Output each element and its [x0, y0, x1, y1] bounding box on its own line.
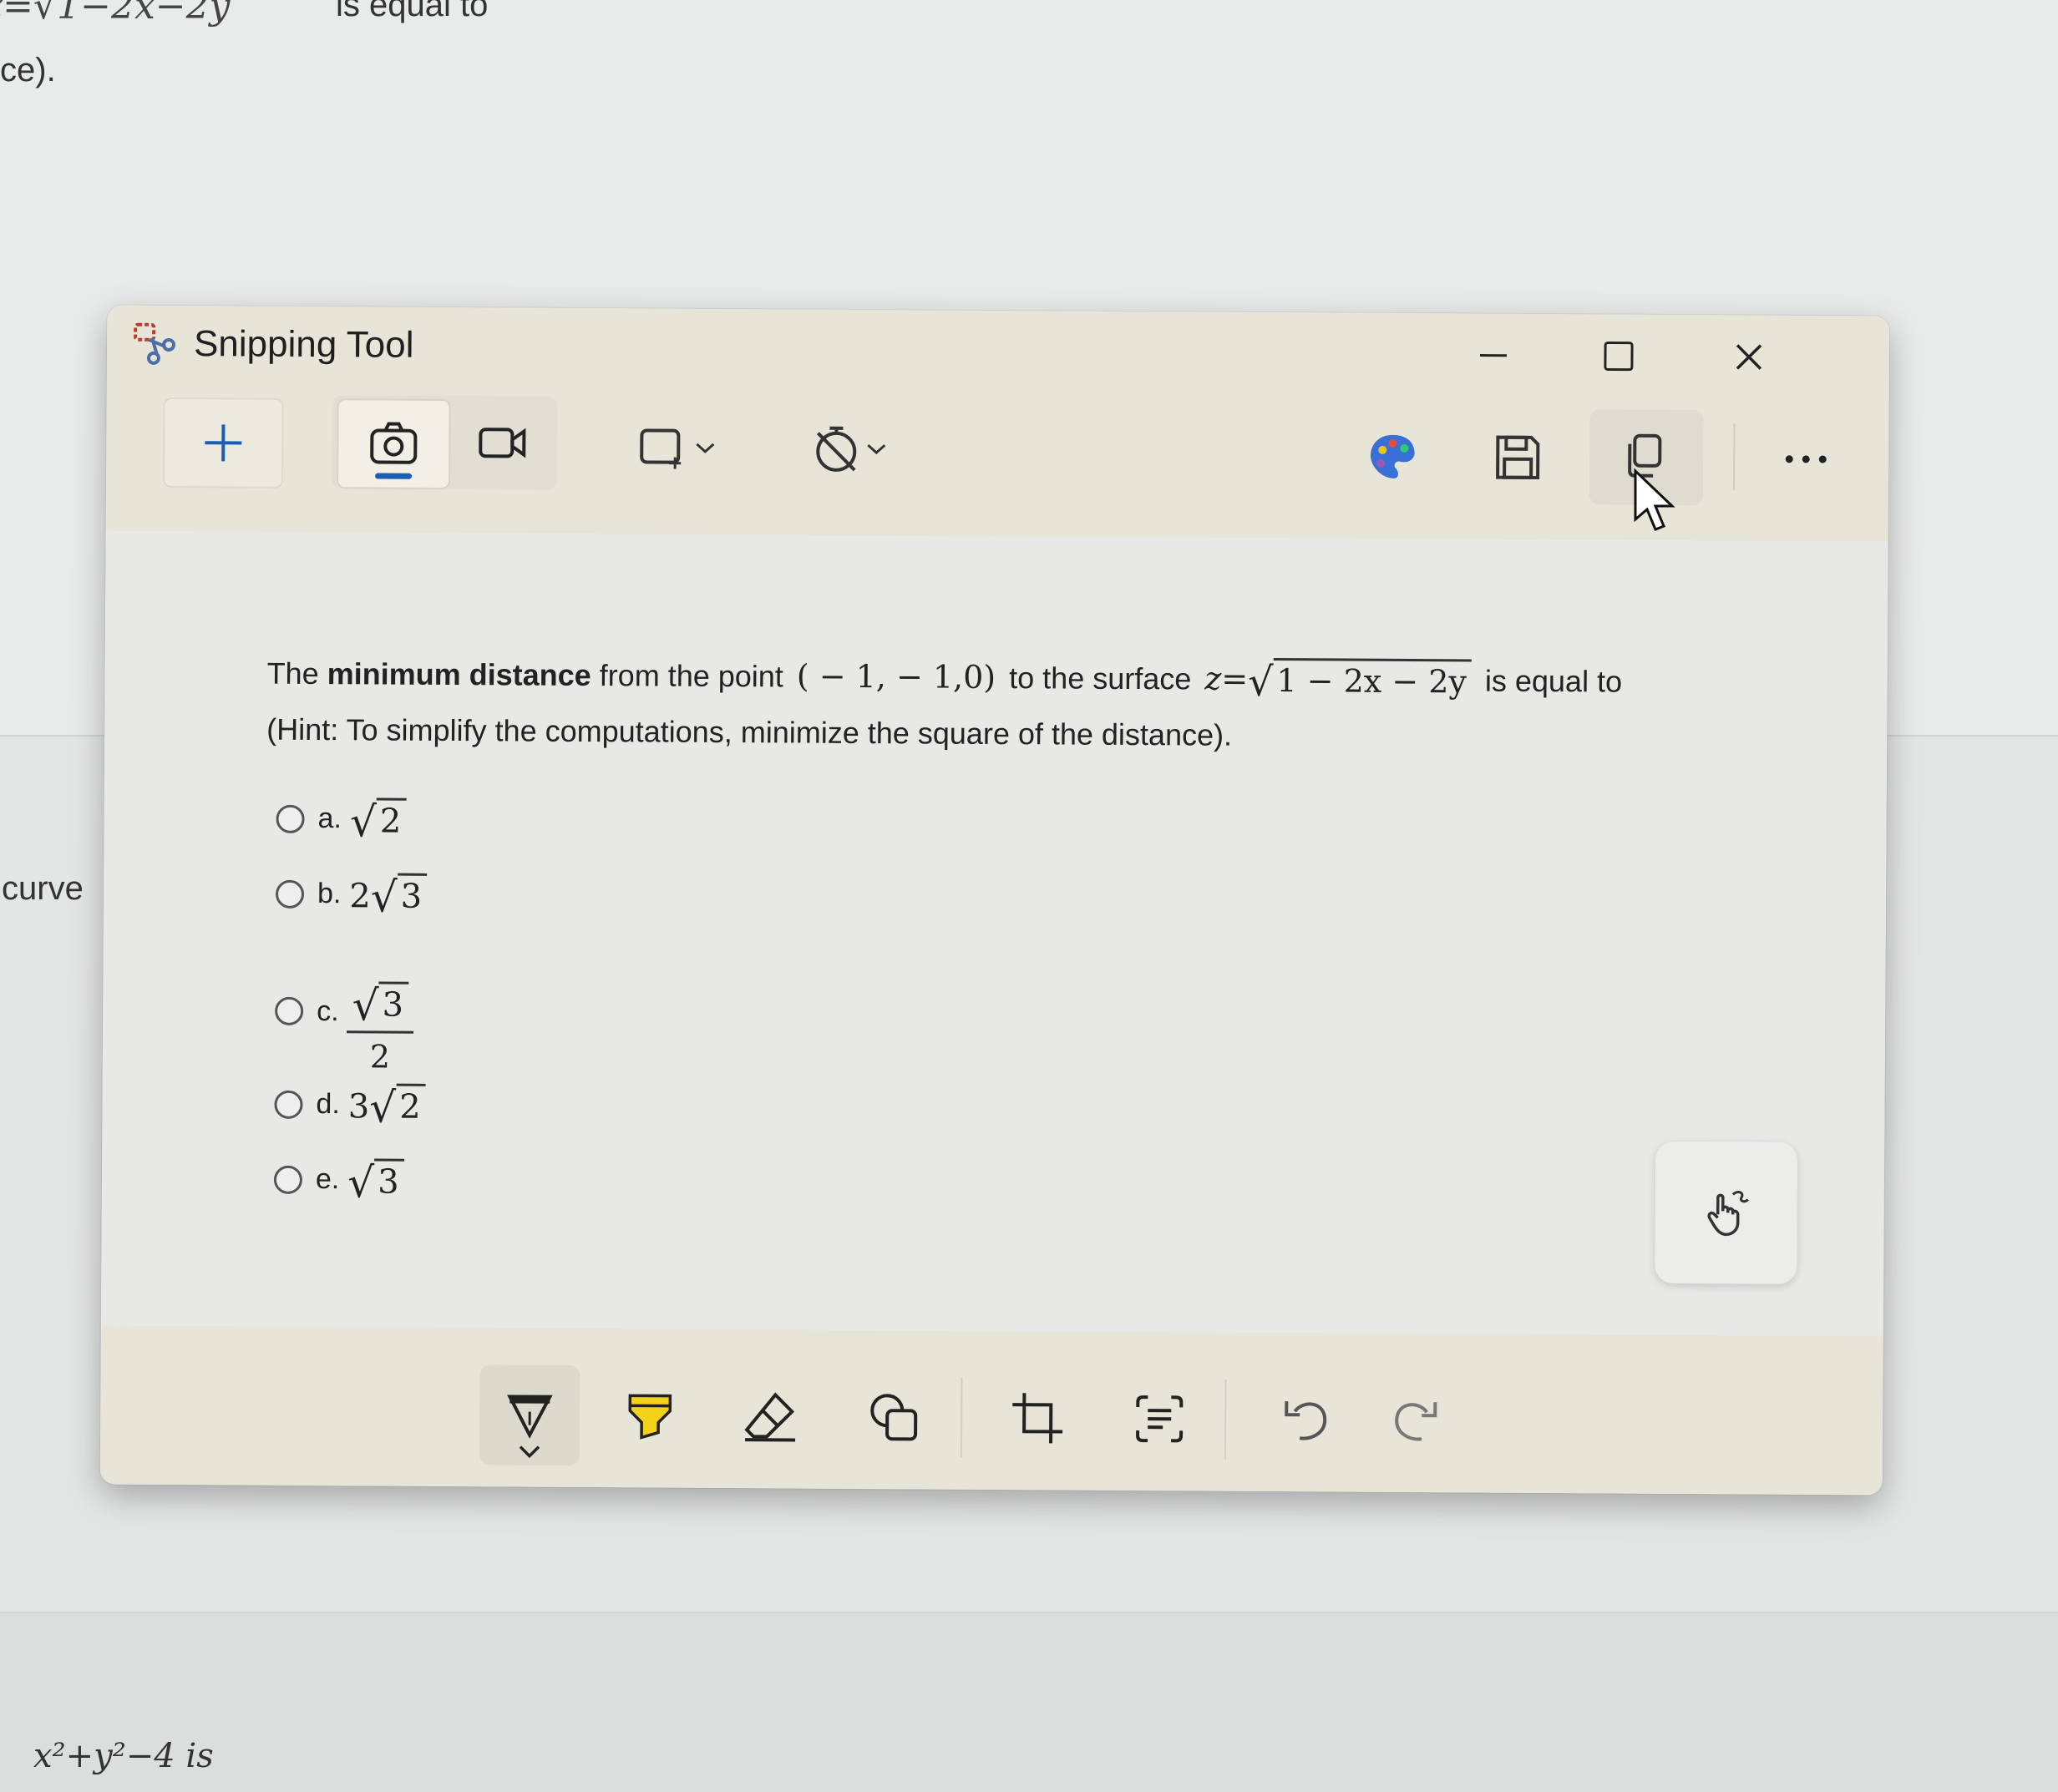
highlighter-icon [628, 1394, 672, 1440]
option-c[interactable]: c. √ 3 2 [275, 948, 414, 1076]
radio-button[interactable] [274, 1090, 303, 1119]
maximize-button[interactable] [1569, 322, 1669, 390]
option-value: 3 √ 2 [348, 1083, 426, 1132]
option-value: √ 2 [350, 797, 407, 846]
option-e[interactable]: e. √ 3 [273, 1158, 404, 1207]
undo-button[interactable] [1256, 1369, 1357, 1471]
option-letter: a. [317, 802, 342, 835]
shapes-button[interactable] [844, 1367, 945, 1468]
background-divider [0, 1612, 2058, 1613]
crop-icon [1012, 1393, 1063, 1444]
new-snip-button[interactable] [162, 397, 284, 488]
question-text: The minimum distance from the point ( − … [266, 652, 1771, 757]
highlighter-button[interactable] [600, 1365, 701, 1466]
minimize-icon [1479, 354, 1508, 357]
undo-icon [1285, 1401, 1327, 1440]
radio-button[interactable] [275, 996, 304, 1025]
option-value: √ 3 [347, 1158, 404, 1207]
video-camera-icon [479, 428, 526, 458]
crop-button[interactable] [987, 1368, 1088, 1469]
more-dots-icon [1785, 455, 1827, 463]
scissors-icon [132, 320, 180, 368]
surface-radicand: 1 − 2x − 2y [1273, 658, 1473, 702]
surface-lhs: z= [1204, 660, 1249, 697]
radio-button[interactable] [276, 804, 305, 833]
question-line: The minimum distance from the point ( − … [266, 652, 1770, 706]
eraser-icon [744, 1392, 796, 1442]
option-letter: b. [317, 878, 342, 910]
question-hint: (Hint: To simplify the computations, min… [266, 711, 1233, 752]
maximize-icon [1604, 341, 1634, 372]
redo-icon [1395, 1402, 1437, 1441]
shapes-icon [870, 1394, 918, 1441]
no-timer-icon [816, 426, 857, 472]
close-icon [1736, 344, 1762, 370]
rectangle-snip-icon [640, 428, 682, 469]
ballpoint-pen-button[interactable] [479, 1364, 580, 1465]
point-coordinates: ( − 1, − 1,0) [796, 657, 996, 696]
chevron-down-icon [867, 443, 886, 455]
title-and-toolbar: Snipping Tool [105, 305, 1890, 544]
floppy-disk-icon [1496, 435, 1540, 479]
radio-button[interactable] [273, 1165, 303, 1194]
background-side-text: curve [2, 870, 84, 907]
snipping-tool-window: Snipping Tool The minimum distance from … [99, 305, 1890, 1496]
radio-button[interactable] [275, 879, 305, 909]
close-button[interactable] [1699, 323, 1799, 391]
question-suffix: is equal to [1484, 663, 1623, 699]
mouse-cursor-icon [1634, 468, 1675, 531]
paint-button[interactable] [1351, 417, 1435, 498]
touch-writing-icon [1707, 1191, 1749, 1237]
background-question-text: is equal to [336, 0, 489, 23]
text-actions-icon [1136, 1395, 1184, 1443]
background-question-math: z=√1−2x−2y [0, 0, 231, 28]
ballpoint-pen-icon [507, 1395, 553, 1439]
option-letter: d. [316, 1088, 340, 1121]
option-b[interactable]: b. 2 √ 3 [275, 873, 428, 922]
snip-mode-button[interactable] [336, 398, 451, 490]
redo-button[interactable] [1365, 1370, 1466, 1471]
active-mode-indicator [375, 473, 413, 479]
background-bottom-text: x²+y²−4 is [33, 1737, 214, 1775]
minimize-button[interactable] [1443, 321, 1544, 389]
touch-writing-button[interactable] [1655, 1141, 1798, 1284]
background-page-lower [0, 1612, 2058, 1792]
option-letter: e. [315, 1163, 340, 1196]
see-more-button[interactable] [1760, 419, 1853, 500]
chevron-down-icon [696, 443, 715, 453]
markup-separator [960, 1377, 963, 1458]
surface-sqrt: √ 1 − 2x − 2y [1248, 658, 1473, 706]
paint-palette-icon [1370, 434, 1415, 478]
question-bold-phrase: minimum distance [327, 656, 591, 692]
question-prefix: The [266, 656, 319, 691]
option-value: 2 √ 3 [349, 873, 428, 922]
snip-shape-dropdown[interactable] [624, 407, 733, 488]
chevron-down-icon [519, 1445, 540, 1459]
window-title: Snipping Tool [193, 323, 414, 366]
text-actions-button[interactable] [1109, 1369, 1210, 1470]
question-from-point: from the point [599, 657, 784, 694]
snip-canvas[interactable]: The minimum distance from the point ( − … [100, 530, 1888, 1337]
camera-icon [370, 422, 418, 464]
option-value: √ 3 2 [347, 981, 414, 1076]
record-mode-button[interactable] [449, 399, 556, 487]
title-bar[interactable]: Snipping Tool [132, 312, 414, 377]
eraser-button[interactable] [720, 1366, 821, 1467]
markup-separator [1224, 1379, 1227, 1460]
option-d[interactable]: d. 3 √ 2 [274, 1083, 426, 1132]
markup-toolbar [99, 1325, 1883, 1496]
plus-icon [205, 424, 242, 462]
toolbar-separator [1733, 423, 1736, 491]
delay-dropdown[interactable] [791, 408, 909, 489]
option-letter: c. [317, 995, 339, 1027]
option-a[interactable]: a. √ 2 [276, 797, 407, 846]
background-question-tail: ce). [0, 52, 56, 89]
question-to-surface: to the surface [1009, 660, 1192, 696]
save-button[interactable] [1476, 418, 1560, 499]
